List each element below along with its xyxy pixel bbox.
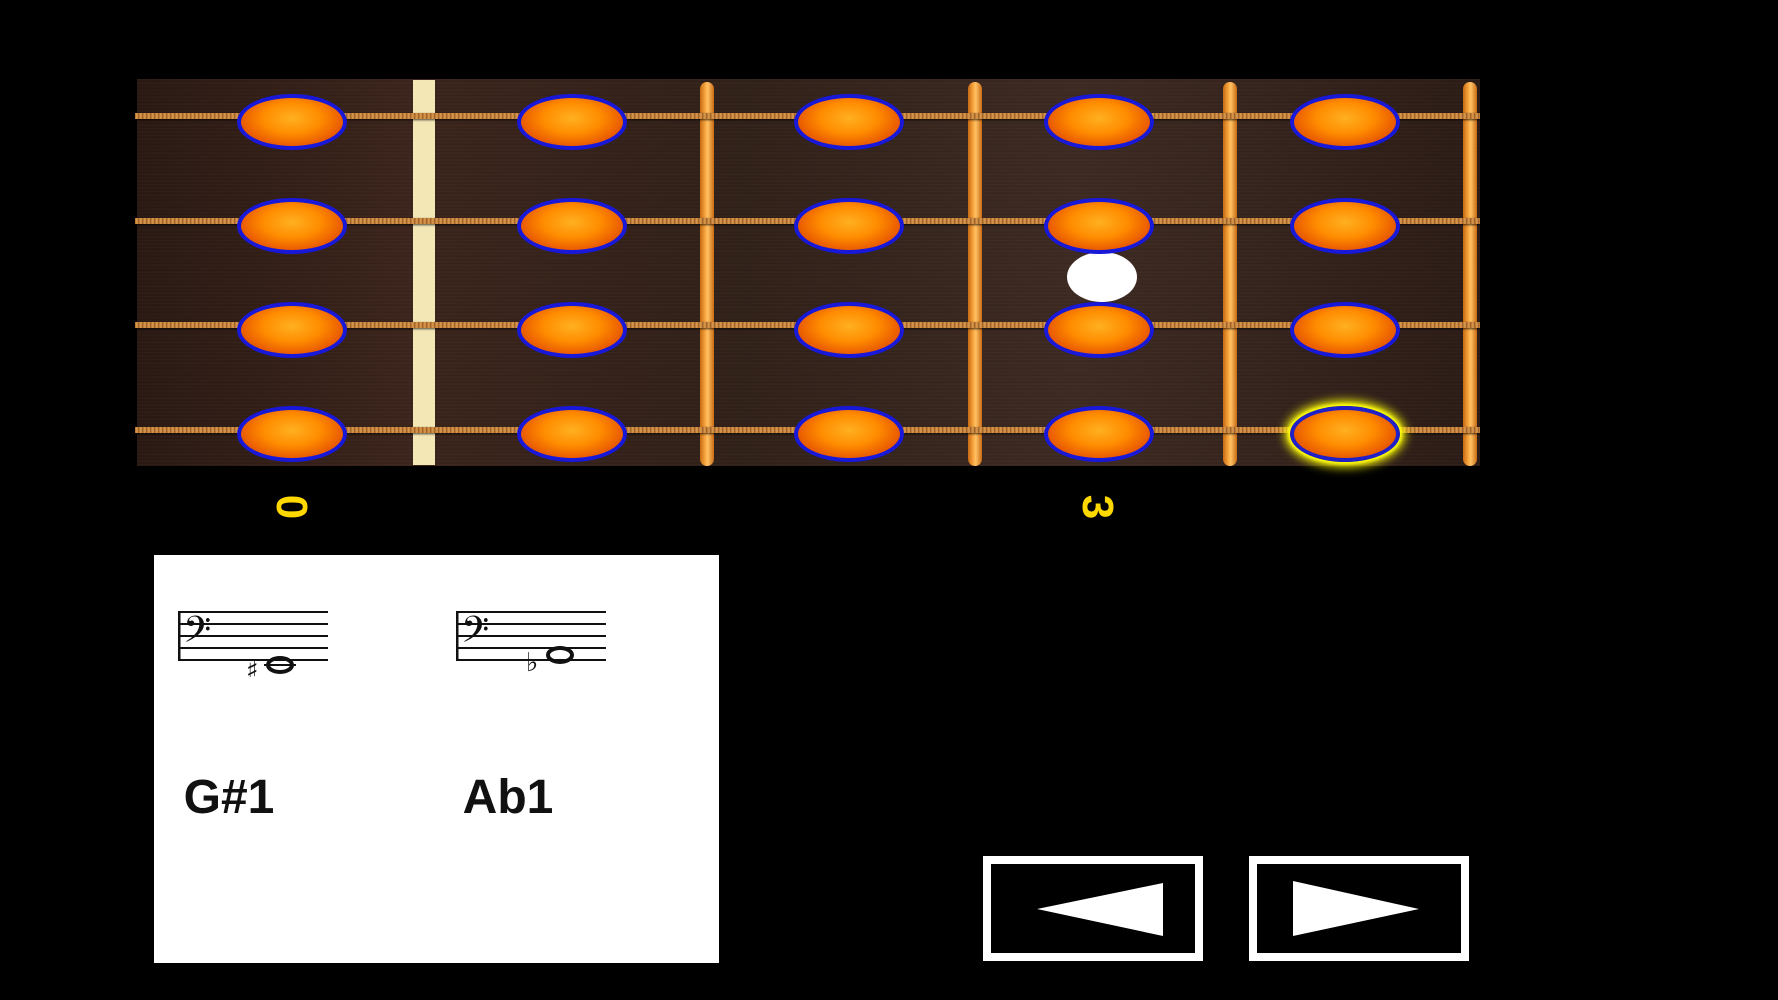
next-button[interactable] xyxy=(1249,856,1469,961)
note-dot[interactable] xyxy=(1044,198,1154,254)
note-dot[interactable] xyxy=(517,94,627,150)
fret-number-3: 3 xyxy=(1073,494,1122,520)
note-dot[interactable] xyxy=(1290,198,1400,254)
note-name-flat: Ab1 xyxy=(462,771,554,824)
note-dot[interactable] xyxy=(237,406,347,462)
fret-wire xyxy=(700,82,714,466)
note-dot[interactable] xyxy=(1044,302,1154,358)
note-dot-selected[interactable] xyxy=(1290,406,1400,462)
staff-flat-note-icon: 𝄢 ♭ xyxy=(456,609,606,677)
note-dot[interactable] xyxy=(237,94,347,150)
fret-inlay-dot xyxy=(1067,252,1137,302)
note-dot[interactable] xyxy=(517,406,627,462)
fret-number-0: 0 xyxy=(267,494,316,520)
note-dot[interactable] xyxy=(517,198,627,254)
note-dot[interactable] xyxy=(794,198,904,254)
note-dot[interactable] xyxy=(794,94,904,150)
fret-wire xyxy=(1463,82,1477,466)
note-panel: 𝄢 ♯ 𝄢 ♭ G#1 Ab1 xyxy=(154,555,719,963)
note-dot[interactable] xyxy=(794,302,904,358)
note-dot[interactable] xyxy=(517,302,627,358)
fret-wire xyxy=(968,82,982,466)
note-dot[interactable] xyxy=(1044,406,1154,462)
svg-text:♭: ♭ xyxy=(526,648,538,677)
previous-button[interactable] xyxy=(983,856,1203,961)
nut xyxy=(413,80,435,465)
svg-text:𝄢: 𝄢 xyxy=(461,609,489,660)
right-triangle-icon xyxy=(1293,881,1419,936)
note-name-sharp: G#1 xyxy=(183,771,275,824)
staff-sharp-note-icon: 𝄢 ♯ xyxy=(178,609,328,677)
fret-wire xyxy=(1223,82,1237,466)
note-dot[interactable] xyxy=(1044,94,1154,150)
note-dot[interactable] xyxy=(237,302,347,358)
svg-text:♯: ♯ xyxy=(246,656,259,677)
note-dot[interactable] xyxy=(1290,94,1400,150)
svg-text:𝄢: 𝄢 xyxy=(183,609,211,660)
left-triangle-icon xyxy=(1037,883,1163,936)
note-dot[interactable] xyxy=(794,406,904,462)
note-dot[interactable] xyxy=(237,198,347,254)
note-dot[interactable] xyxy=(1290,302,1400,358)
